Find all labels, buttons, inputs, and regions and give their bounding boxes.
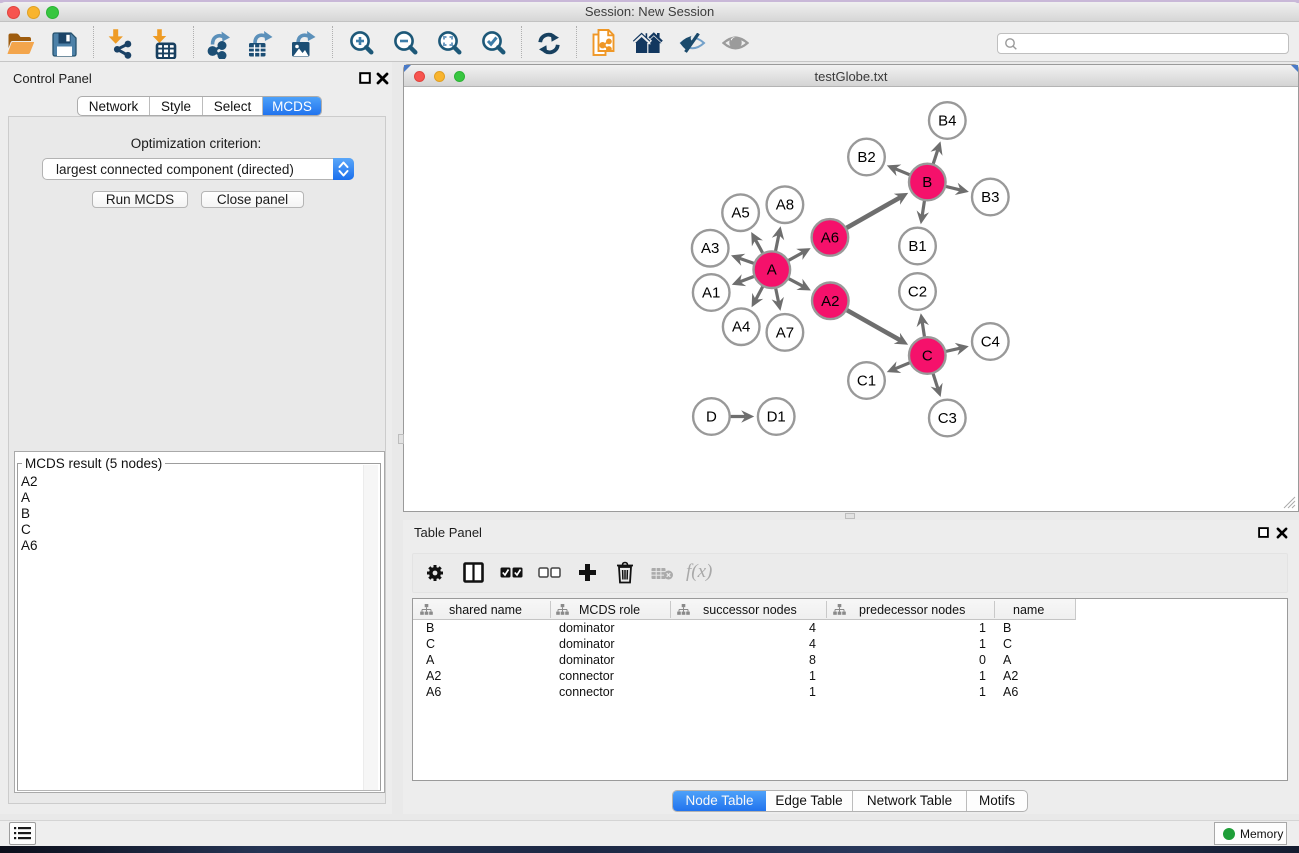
- svg-text:A5: A5: [731, 205, 749, 222]
- svg-text:A6: A6: [821, 229, 839, 246]
- svg-text:B3: B3: [981, 189, 999, 206]
- svg-text:A7: A7: [776, 324, 794, 341]
- svg-text:C1: C1: [857, 373, 876, 390]
- svg-text:A2: A2: [821, 293, 839, 310]
- svg-text:A: A: [767, 262, 777, 279]
- svg-text:B: B: [922, 174, 932, 191]
- svg-text:C: C: [922, 348, 933, 365]
- svg-text:A1: A1: [702, 285, 720, 302]
- svg-text:A3: A3: [701, 240, 719, 257]
- svg-text:C4: C4: [981, 334, 1000, 351]
- svg-text:B4: B4: [938, 113, 956, 130]
- svg-text:D: D: [706, 409, 717, 426]
- svg-text:D1: D1: [767, 409, 786, 426]
- svg-text:B2: B2: [857, 149, 875, 166]
- svg-text:C3: C3: [938, 410, 957, 427]
- svg-text:A8: A8: [776, 197, 794, 214]
- svg-text:A4: A4: [732, 319, 750, 336]
- svg-text:B1: B1: [908, 238, 926, 255]
- svg-text:C2: C2: [908, 284, 927, 301]
